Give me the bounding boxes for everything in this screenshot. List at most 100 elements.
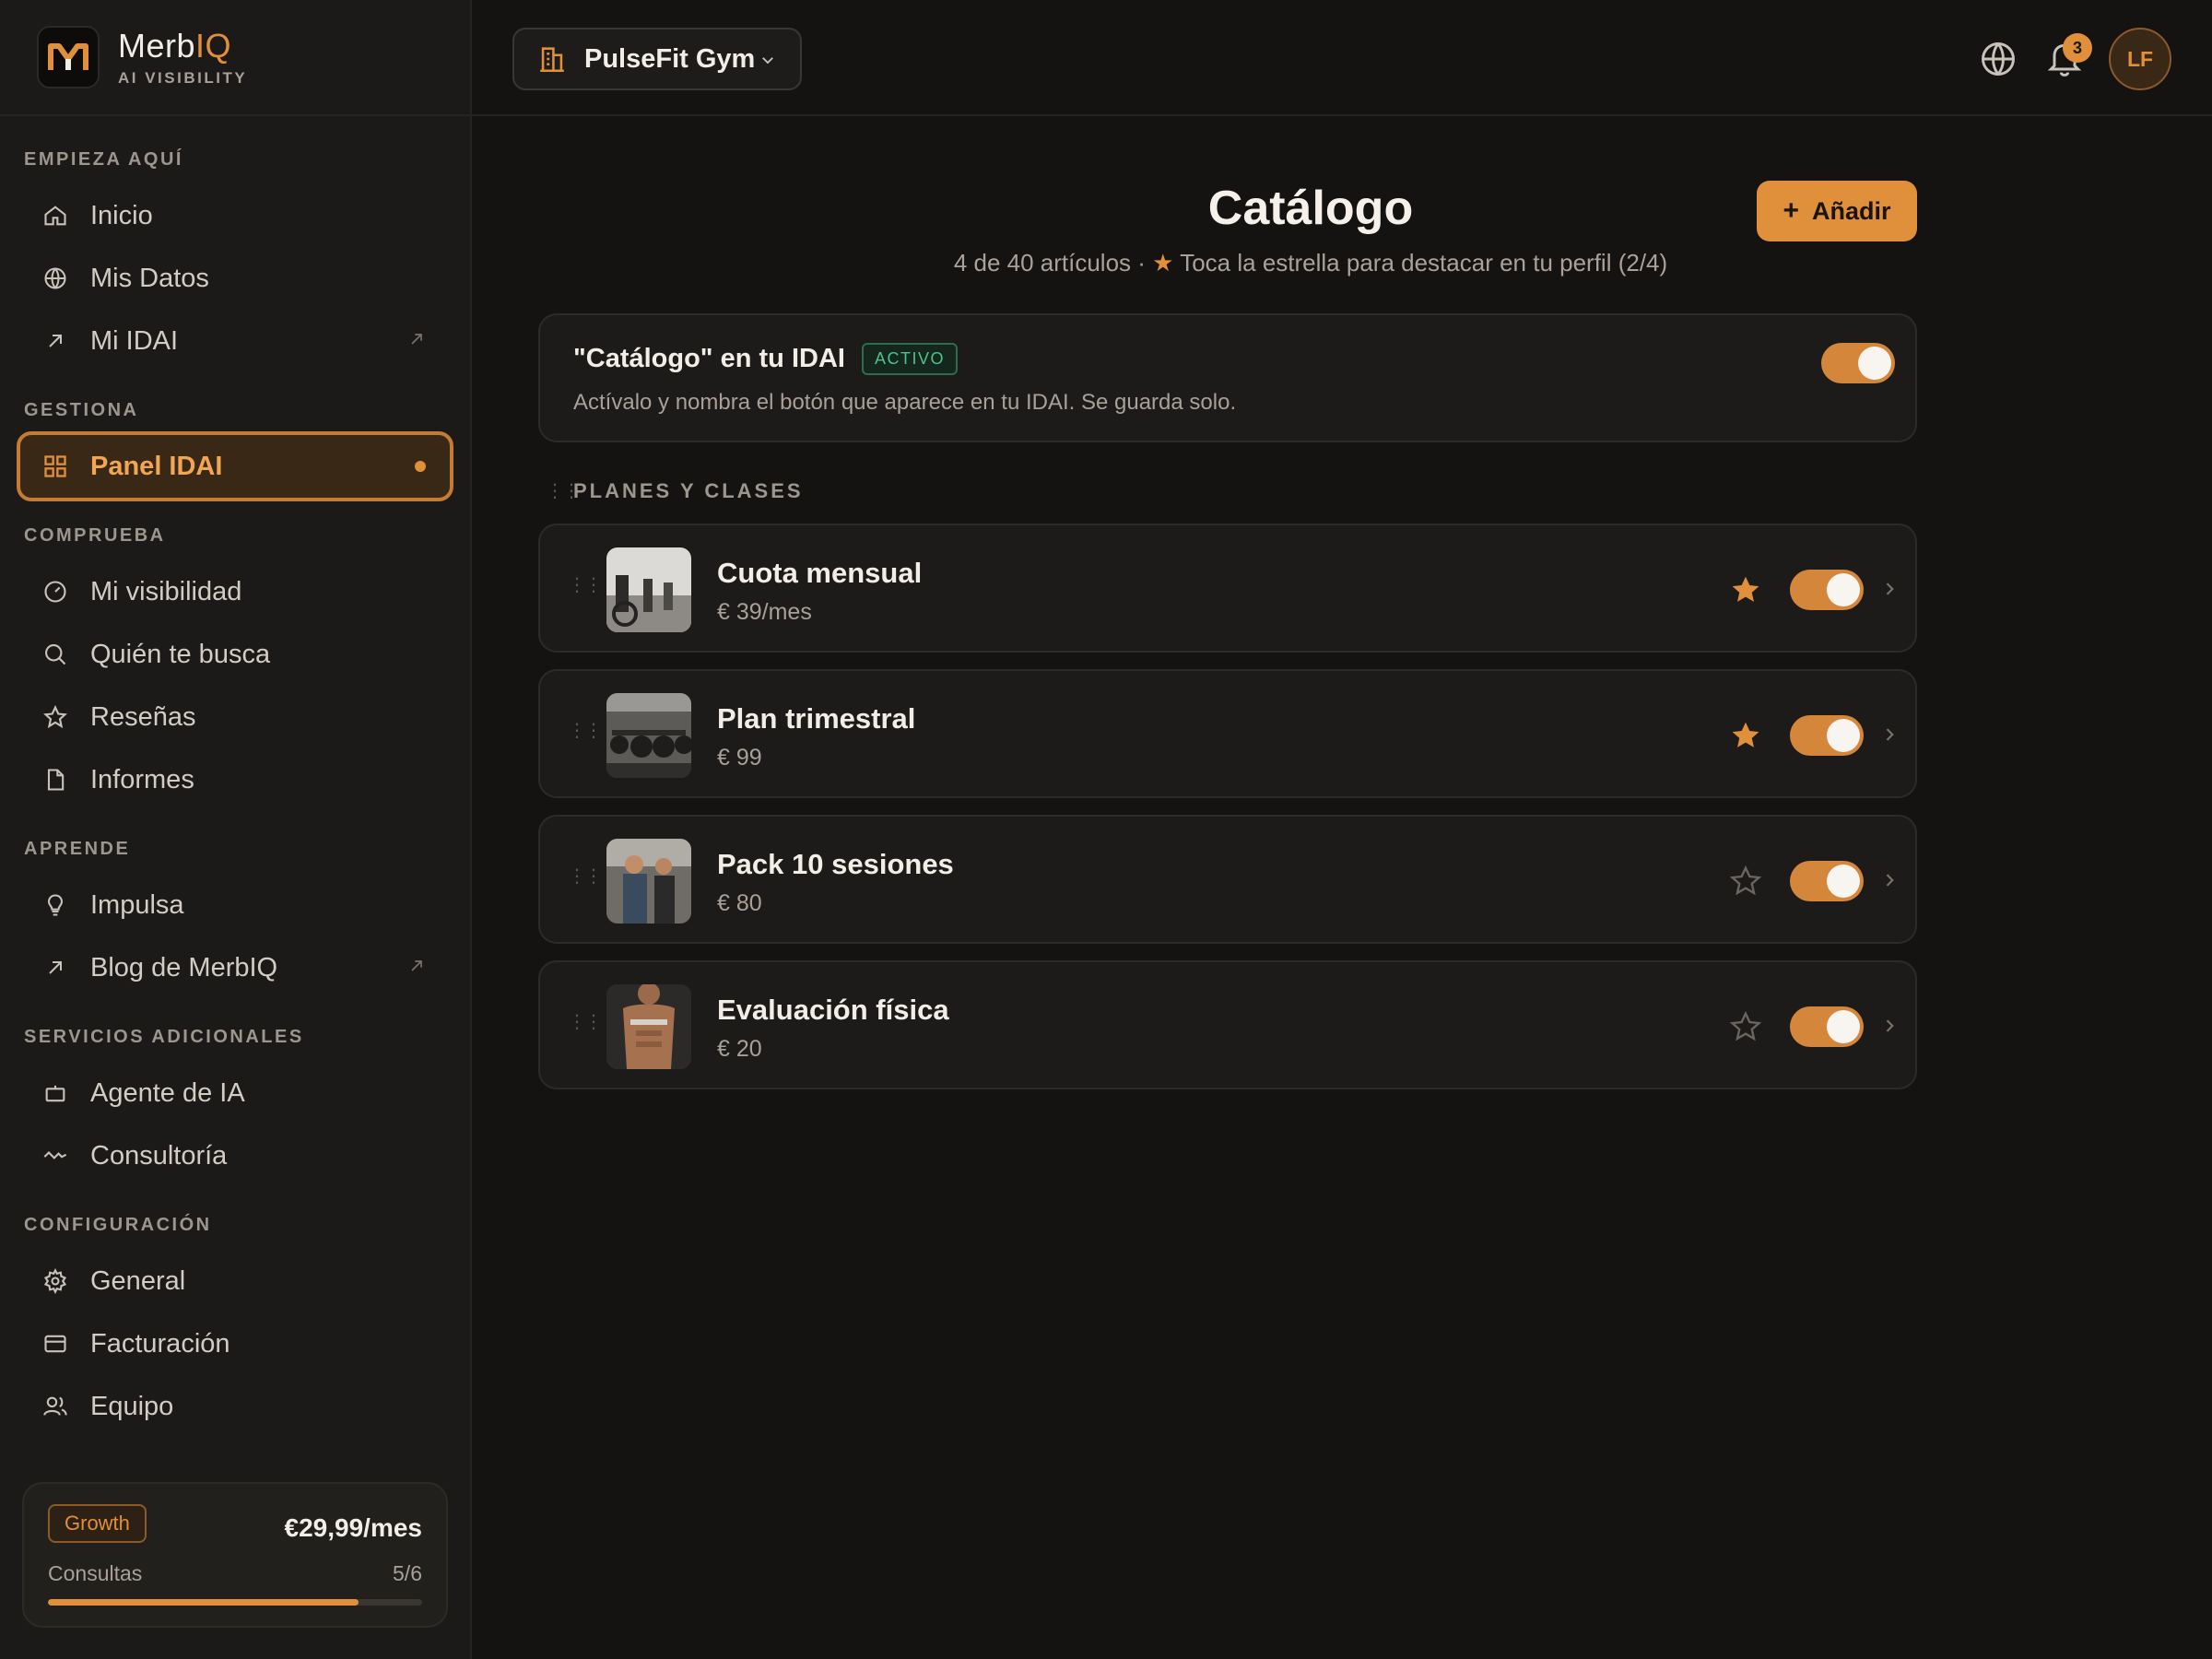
star-outline-icon[interactable] <box>1729 865 1762 898</box>
sidebar-item-label: Reseñas <box>90 701 196 732</box>
star-outline-icon[interactable] <box>1729 1010 1762 1043</box>
chevron-right-icon[interactable] <box>1880 579 1899 599</box>
catalog-enable-toggle[interactable] <box>1821 343 1895 383</box>
language-globe-icon[interactable] <box>1978 39 2018 79</box>
brand-name: MerbIQ <box>118 27 232 65</box>
sidebar-item-label: Mi visibilidad <box>90 576 242 606</box>
catalog-item[interactable]: ⋮⋮ Cuota mensual € 39/mes <box>538 524 1917 653</box>
sidebar-item-facturacion[interactable]: Facturación <box>17 1312 453 1375</box>
item-toggle[interactable] <box>1790 570 1864 610</box>
sidebar-item-label: Agente de IA <box>90 1077 245 1108</box>
sidebar-item-inicio[interactable]: Inicio <box>17 184 453 247</box>
status-badge: ACTIVO <box>861 343 958 375</box>
drag-handle-icon[interactable]: ⋮⋮ <box>568 865 603 888</box>
sidebar-item-equipo[interactable]: Equipo <box>17 1375 453 1438</box>
item-toggle[interactable] <box>1790 861 1864 901</box>
item-name: Cuota mensual <box>717 557 923 589</box>
active-indicator-dot <box>415 461 426 472</box>
grid-icon <box>41 452 70 481</box>
sidebar-item-label: Inicio <box>90 200 153 230</box>
sidebar-item-label: General <box>90 1265 186 1296</box>
catalog-item[interactable]: ⋮⋮ Evaluación física € 20 <box>538 960 1917 1089</box>
drag-handle-icon[interactable]: ⋮⋮ <box>568 1010 603 1033</box>
item-toggle[interactable] <box>1790 1006 1864 1047</box>
star-featured-icon[interactable] <box>1729 573 1762 606</box>
usage-label: Consultas <box>48 1561 143 1585</box>
brand[interactable]: MerbIQ AI VISIBILITY <box>0 0 470 116</box>
sidebar-item-mi-idai[interactable]: Mi IDAI <box>17 310 453 372</box>
sidebar-item-label: Consultoría <box>90 1140 228 1171</box>
sidebar: MerbIQ AI VISIBILITY EMPIEZA AQUÍ Inicio… <box>0 0 472 1659</box>
arrow-up-right-icon <box>41 953 70 982</box>
sidebar-item-label: Blog de MerbIQ <box>90 952 278 982</box>
catalog-item[interactable]: ⋮⋮ Pack 10 sesiones € 80 <box>538 815 1917 944</box>
chevron-down-icon <box>762 57 773 65</box>
merbiq-logo-icon <box>37 26 100 88</box>
sidebar-item-blog[interactable]: Blog de MerbIQ <box>17 936 453 999</box>
chevron-right-icon[interactable] <box>1880 1016 1899 1036</box>
sidebar-item-mi-visibilidad[interactable]: Mi visibilidad <box>17 560 453 623</box>
item-toggle[interactable] <box>1790 715 1864 756</box>
building-icon <box>540 47 564 73</box>
avatar[interactable]: LF <box>2109 28 2171 90</box>
topbar: PulseFit Gym 3 LF <box>472 0 2212 116</box>
star-featured-icon[interactable] <box>1729 719 1762 752</box>
usage-value: 5/6 <box>393 1561 422 1585</box>
app: MerbIQ AI VISIBILITY EMPIEZA AQUÍ Inicio… <box>0 0 2212 1659</box>
item-price: € 80 <box>717 890 762 916</box>
plan-price: €29,99/mes <box>284 1513 422 1542</box>
add-button[interactable]: + Añadir <box>1757 181 1917 241</box>
sidebar-item-agente-ia[interactable]: Agente de IA <box>17 1062 453 1124</box>
item-thumbnail <box>606 839 691 924</box>
feature-description: Actívalo y nombra el botón que aparece e… <box>573 390 1237 415</box>
external-link-icon <box>411 960 422 971</box>
section-label-aprende: APRENDE <box>24 839 131 859</box>
item-price: € 20 <box>717 1036 762 1062</box>
plan-card[interactable]: Growth €29,99/mes Consultas 5/6 <box>22 1482 448 1628</box>
section-label-configuracion: CONFIGURACIÓN <box>24 1215 212 1235</box>
item-thumbnail <box>606 547 691 632</box>
pulse-icon <box>41 1141 70 1171</box>
sidebar-item-consultoria[interactable]: Consultoría <box>17 1124 453 1187</box>
drag-handle-icon[interactable]: ⋮⋮ <box>568 719 603 742</box>
sidebar-item-panel-idai[interactable]: Panel IDAI <box>17 431 453 501</box>
section-label-gestiona: GESTIONA <box>24 400 139 420</box>
bot-icon <box>41 1078 70 1108</box>
sidebar-item-informes[interactable]: Informes <box>17 748 453 811</box>
item-thumbnail <box>606 984 691 1069</box>
item-price: € 39/mes <box>717 599 812 625</box>
external-link-icon <box>411 334 422 345</box>
globe-icon <box>41 264 70 293</box>
sidebar-item-label: Facturación <box>90 1328 230 1359</box>
business-selector[interactable]: PulseFit Gym <box>512 28 802 90</box>
sidebar-item-label: Mis Datos <box>90 263 209 293</box>
item-name: Plan trimestral <box>717 702 916 735</box>
star-icon: ★ <box>1152 249 1174 276</box>
chevron-right-icon[interactable] <box>1880 870 1899 890</box>
section-label-servicios: SERVICIOS ADICIONALES <box>24 1027 304 1047</box>
sidebar-item-impulsa[interactable]: Impulsa <box>17 874 453 936</box>
sidebar-item-mis-datos[interactable]: Mis Datos <box>17 247 453 310</box>
plan-badge: Growth <box>48 1504 147 1543</box>
notification-count-badge: 3 <box>2063 33 2092 63</box>
catalog-item[interactable]: ⋮⋮ Plan trimestral € 99 <box>538 669 1917 798</box>
arrow-up-right-icon <box>41 326 70 356</box>
item-price: € 99 <box>717 745 762 771</box>
section-label-comprueba: COMPRUEBA <box>24 525 166 546</box>
sidebar-item-label: Equipo <box>90 1391 174 1421</box>
sidebar-item-general[interactable]: General <box>17 1250 453 1312</box>
sidebar-item-label: Mi IDAI <box>90 325 179 356</box>
credit-card-icon <box>41 1329 70 1359</box>
sidebar-item-quien-te-busca[interactable]: Quién te busca <box>17 623 453 686</box>
plus-icon: + <box>1783 195 1799 226</box>
sidebar-item-label: Impulsa <box>90 889 184 920</box>
usage-progress-bar <box>48 1599 422 1606</box>
users-icon <box>41 1392 70 1421</box>
add-button-label: Añadir <box>1812 196 1891 225</box>
chevron-right-icon[interactable] <box>1880 724 1899 745</box>
search-icon <box>41 640 70 669</box>
sidebar-item-resenas[interactable]: Reseñas <box>17 686 453 748</box>
drag-handle-icon[interactable]: ⋮⋮ <box>568 573 603 596</box>
gauge-icon <box>41 577 70 606</box>
lightbulb-icon <box>41 890 70 920</box>
